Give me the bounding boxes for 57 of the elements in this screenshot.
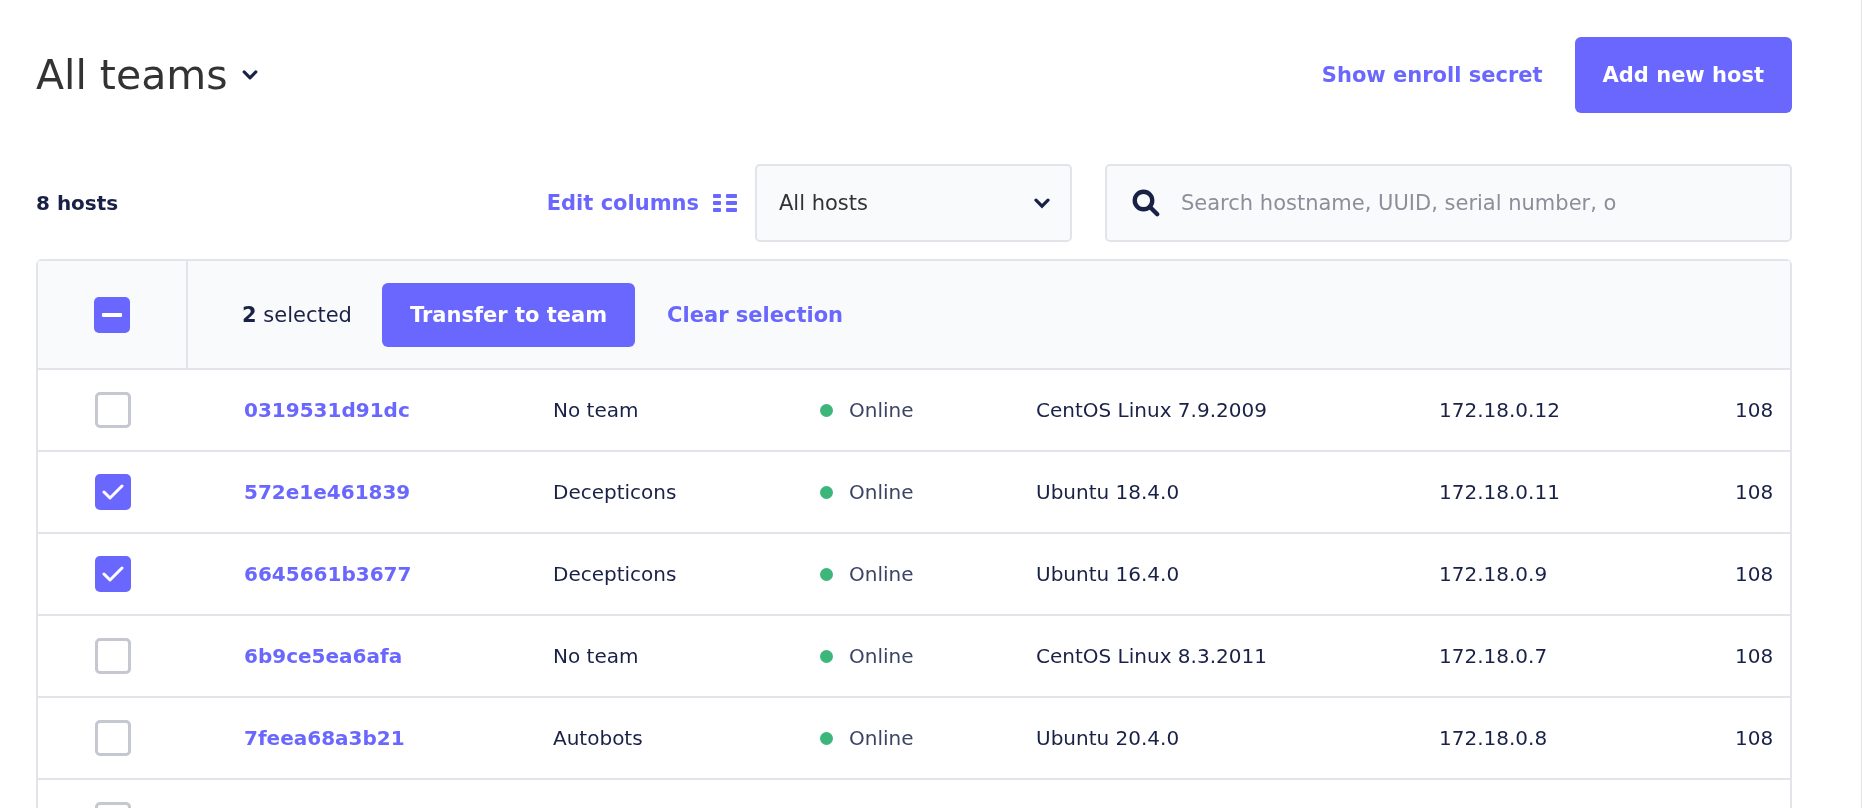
ip-address-cell-text: 172.18.0.9 [1439, 562, 1549, 586]
ip-address-cell-text: 172.18.0.7 [1439, 644, 1549, 668]
status-dot [820, 731, 833, 745]
team-cell-text: No team [553, 644, 640, 668]
minus-icon [102, 312, 122, 317]
os-cell-text: Ubuntu 16.4.0 [1036, 562, 1181, 586]
status-text: Online [849, 562, 914, 586]
ip-address-cell-text: 172.18.0.12 [1439, 398, 1561, 422]
team-cell-text: Decepticons [553, 480, 678, 504]
os-cell-text: Ubuntu 20.4.0 [1036, 726, 1181, 750]
status-dot [820, 567, 833, 581]
hostname-link[interactable]: 6645661b3677 [244, 562, 553, 586]
page-title[interactable]: All teams [36, 51, 228, 99]
show-enroll-secret-link[interactable]: Show enroll secret [1321, 63, 1543, 87]
search-field[interactable]: Search hostname, UUID, serial number, o [1105, 164, 1792, 242]
os-cell-text: CentOS Linux 7.9.2009 [1036, 398, 1268, 422]
team-cell-text: Autobots [553, 726, 644, 750]
row-checkbox[interactable] [95, 638, 131, 674]
status-text: Online [849, 480, 914, 504]
os-cell-text: CentOS Linux 8.3.2011 [1036, 644, 1268, 668]
os-cell-text: Ubuntu 18.4.0 [1036, 480, 1181, 504]
host-filter-dropdown[interactable]: All hosts [755, 164, 1072, 242]
table-cell-text: 108 [1735, 644, 1775, 668]
table-cell-text: 108 [1735, 726, 1775, 750]
checkmark-icon [102, 565, 124, 583]
host-count: 8 hosts [36, 191, 120, 215]
add-new-host-button[interactable]: Add new host [1574, 37, 1792, 113]
ip-address-cell-text: 172.18.0.11 [1439, 480, 1561, 504]
status-text: Online [849, 726, 914, 750]
hostname-link[interactable]: 6b9ce5ea6afa [244, 644, 553, 668]
table-cell-text: 108 [1735, 562, 1775, 586]
status-dot [820, 485, 833, 499]
hostname-link[interactable]: 7feea68a3b21 [244, 726, 553, 750]
chevron-down-icon [1034, 197, 1050, 209]
edit-columns-link[interactable]: Edit columns [546, 191, 737, 215]
hostname-link[interactable]: 572e1e461839 [244, 480, 553, 504]
table-cell-text: 108 [1735, 398, 1775, 422]
transfer-to-team-button[interactable]: Transfer to team [381, 282, 636, 347]
row-checkbox[interactable] [95, 474, 131, 510]
checkmark-icon [102, 483, 124, 501]
columns-icon [713, 193, 737, 213]
status-dot [820, 403, 833, 417]
team-cell-text: No team [553, 398, 640, 422]
selected-count: 2 selected [242, 302, 352, 327]
row-checkbox[interactable] [95, 556, 131, 592]
select-all-checkbox[interactable] [94, 296, 130, 333]
row-checkbox[interactable] [95, 720, 131, 756]
status-dot [820, 649, 833, 663]
hostname-link[interactable]: 0319531d91dc [244, 398, 553, 422]
status-text: Online [849, 398, 914, 422]
table-cell-text: 108 [1735, 480, 1775, 504]
status-text: Online [849, 644, 914, 668]
row-checkbox[interactable] [95, 392, 131, 428]
ip-address-cell-text: 172.18.0.8 [1439, 726, 1549, 750]
clear-selection-link[interactable]: Clear selection [667, 302, 844, 327]
chevron-down-icon [241, 69, 258, 81]
team-cell-text: Decepticons [553, 562, 678, 586]
